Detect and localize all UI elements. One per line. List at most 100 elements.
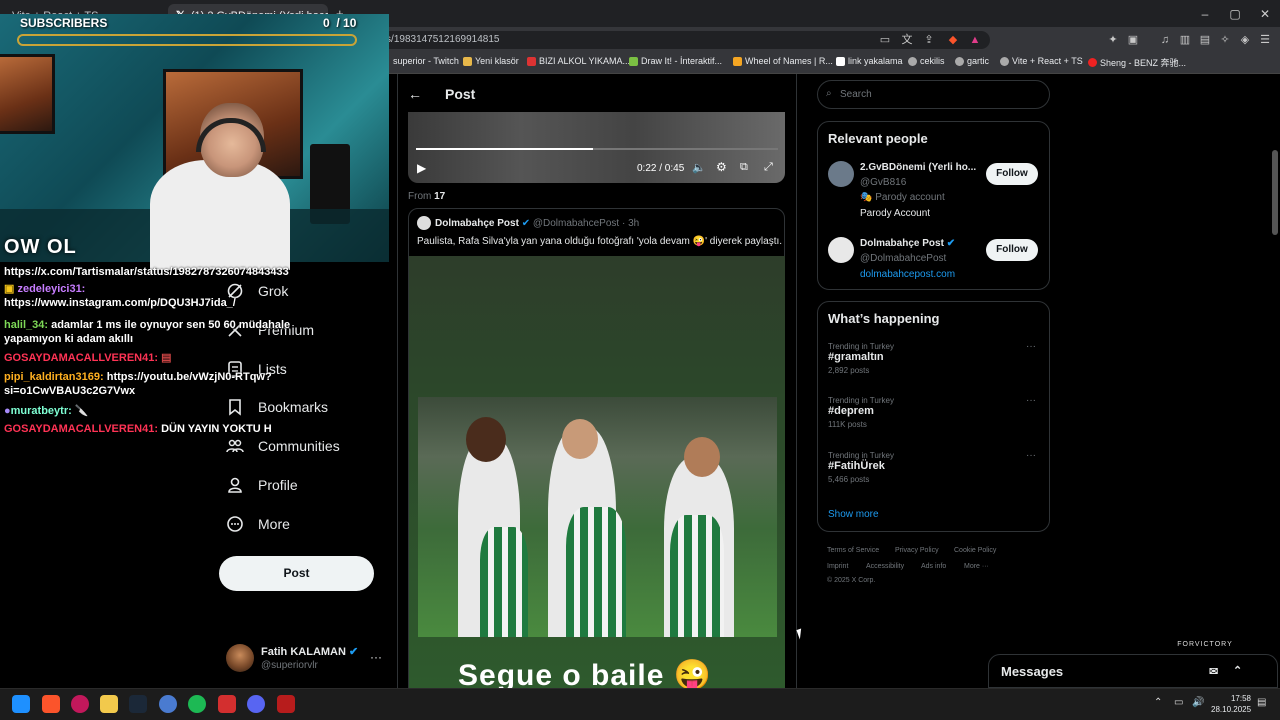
wallet-icon[interactable]: ▤ <box>1198 33 1212 47</box>
emote-icon: 🔪 <box>74 405 89 417</box>
settings-icon[interactable]: ⚙ <box>716 160 727 174</box>
verified-icon: ✔ <box>349 646 359 658</box>
bookmark-item[interactable]: Yeni klasör <box>463 56 519 66</box>
back-arrow-icon[interactable]: ← <box>408 86 422 102</box>
bookmark-item[interactable]: Draw It! - İnteraktif... <box>629 56 722 66</box>
pip-icon[interactable]: ⧉ <box>740 161 748 174</box>
windows-start-icon[interactable] <box>12 695 30 713</box>
media-icon[interactable]: ♫ <box>1158 33 1172 47</box>
avatar[interactable] <box>828 161 854 187</box>
more-options-icon[interactable]: ··· <box>1026 450 1036 461</box>
bookmark-item[interactable]: link yakalama <box>836 56 903 66</box>
maps-icon[interactable] <box>71 695 89 713</box>
channel-mark: OW OL <box>4 236 77 258</box>
minimize-icon[interactable]: – <box>1190 4 1220 24</box>
bookmark-item[interactable]: Sheng - BENZ 奔驰... <box>1088 56 1186 69</box>
emote-icon: ▤ <box>161 352 172 364</box>
messages-drawer[interactable]: Messages ✉ ⌃ <box>988 654 1278 688</box>
profile-icon <box>228 477 242 493</box>
vpn-icon[interactable]: ◈ <box>1238 33 1252 47</box>
avatar[interactable] <box>828 237 854 263</box>
new-message-icon[interactable]: ✉ <box>1209 665 1218 678</box>
more-options-icon[interactable]: ··· <box>1026 395 1036 406</box>
account-menu-icon[interactable]: ··· <box>370 650 382 664</box>
bookmark-item[interactable]: gartic <box>955 56 989 66</box>
sidebar-icon[interactable]: ▥ <box>1178 33 1192 47</box>
divider <box>397 74 398 688</box>
cast-icon[interactable]: ▭ <box>878 33 892 47</box>
file-explorer-icon[interactable] <box>100 695 118 713</box>
volume-icon[interactable]: 🔈 <box>692 161 706 174</box>
person-name[interactable]: 2.GvBDönemi (Yerli ho... <box>860 162 976 173</box>
nav-label: More <box>258 516 290 532</box>
spotify-icon[interactable] <box>188 695 206 713</box>
person-name[interactable]: Dolmabahçe Post ✔ <box>860 238 955 249</box>
footer-link[interactable]: Ads info <box>921 563 946 570</box>
discord-icon[interactable] <box>247 695 265 713</box>
share-icon[interactable]: ⇪ <box>922 33 936 47</box>
collapse-icon[interactable]: ⌃ <box>1233 664 1242 677</box>
footer-link[interactable]: More ··· <box>964 563 989 570</box>
bookmark-item[interactable]: superior - Twitch <box>393 56 459 66</box>
bookmark-icon <box>733 56 742 66</box>
child <box>670 515 724 637</box>
team-photo <box>418 397 777 637</box>
tray-chevron-icon[interactable]: ⌃ <box>1154 697 1162 708</box>
wall-poster <box>0 54 55 134</box>
footer-link[interactable]: Terms of Service <box>827 547 879 554</box>
show-more-link[interactable]: Show more <box>828 509 879 520</box>
app-icon[interactable] <box>159 695 177 713</box>
clock[interactable]: 17:58 28.10.2025 <box>1211 693 1251 715</box>
subscriber-count: 0 / 10 <box>323 16 357 30</box>
person-link[interactable]: dolmabahcepost.com <box>860 269 955 280</box>
footer-link[interactable]: Accessibility <box>866 563 904 570</box>
screenshot-icon[interactable]: ▣ <box>1126 33 1140 47</box>
menu-icon[interactable]: ☰ <box>1258 33 1272 47</box>
chat-message: GOSAYDAMACALLVEREN41: DÜN YAYIN YOKTU H <box>4 423 272 435</box>
bookmark-item[interactable]: Vite + React + TS <box>1000 56 1083 66</box>
close-window-icon[interactable]: ✕ <box>1250 4 1280 24</box>
follow-button[interactable]: Follow <box>986 239 1038 261</box>
trend-item[interactable]: Trending in Turkey #deprem 111K posts <box>828 396 894 429</box>
network-icon[interactable]: ▭ <box>1174 697 1183 708</box>
chat-message: https://x.com/Tartismalar/status/1982787… <box>4 266 289 278</box>
volume-icon[interactable]: 🔊 <box>1192 697 1204 708</box>
footer-link[interactable]: Cookie Policy <box>954 547 996 554</box>
scrollbar[interactable] <box>1272 150 1278 235</box>
leo-icon[interactable]: ✧ <box>1218 33 1232 47</box>
trend-item[interactable]: Trending in Turkey #gramaltın 2,892 posts <box>828 342 894 375</box>
player-head <box>466 417 506 462</box>
maximize-icon[interactable]: ▢ <box>1220 4 1250 24</box>
notification-icon[interactable]: ▤ <box>1257 697 1266 708</box>
chat-user: pipi_kaldirtan3169: <box>4 371 104 383</box>
footer-link[interactable]: Imprint <box>827 563 848 570</box>
app-icon[interactable] <box>277 695 295 713</box>
nav-more[interactable]: More <box>226 511 290 537</box>
parody-badge: 🎭 Parody account <box>860 192 945 203</box>
chat-user: halil_34: <box>4 319 49 331</box>
fullscreen-icon[interactable]: ⤢ <box>764 161 773 174</box>
play-icon[interactable]: ▶ <box>417 161 426 175</box>
brave-shield-icon[interactable]: ◆ <box>946 33 960 47</box>
footer-link[interactable]: Privacy Policy <box>895 547 939 554</box>
stream-chat: https://x.com/Tartismalar/status/1982787… <box>0 262 300 452</box>
post-button[interactable]: Post <box>219 556 374 591</box>
bookmark-item[interactable]: cekilis <box>908 56 945 66</box>
bookmark-icon <box>836 56 845 66</box>
app-icon[interactable] <box>218 695 236 713</box>
search-input[interactable]: Search <box>817 80 1050 109</box>
brave-browser-icon[interactable] <box>42 695 60 713</box>
follow-button[interactable]: Follow <box>986 163 1038 185</box>
bookmark-item[interactable]: BIZI ALKOL YIKAMA... <box>527 56 630 66</box>
nav-profile[interactable]: Profile <box>226 472 298 498</box>
avatar[interactable] <box>226 644 254 672</box>
steam-icon[interactable] <box>129 695 147 713</box>
person-bio: Parody Account <box>860 208 931 219</box>
translate-icon[interactable]: 文 <box>900 33 914 47</box>
brave-rewards-icon[interactable]: ▲ <box>968 33 982 47</box>
more-options-icon[interactable]: ··· <box>1026 341 1036 352</box>
trend-item[interactable]: Trending in Turkey #FatihÜrek 5,466 posts <box>828 451 894 484</box>
extensions-icon[interactable]: ✦ <box>1106 33 1120 47</box>
bookmark-item[interactable]: Wheel of Names | R... <box>733 56 833 66</box>
bookmark-icon <box>527 56 536 66</box>
